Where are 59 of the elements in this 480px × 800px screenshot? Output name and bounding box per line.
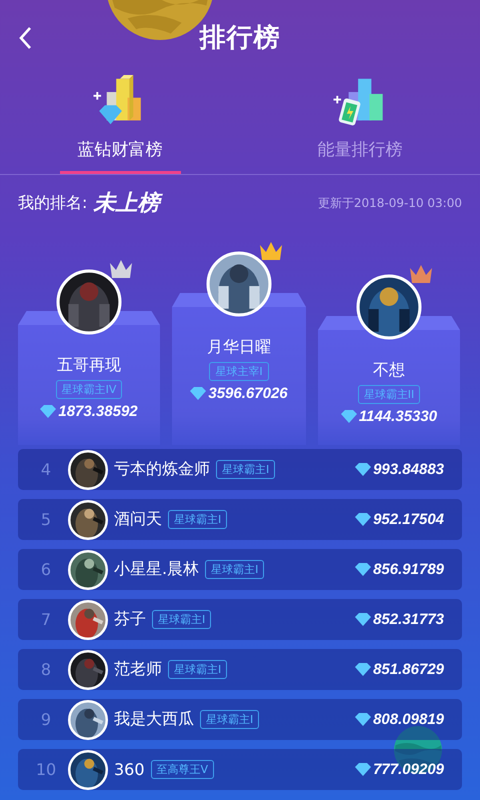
diamond-icon xyxy=(355,563,372,576)
page-title: 排行榜 xyxy=(200,22,280,55)
rank-number: 10 xyxy=(34,760,58,779)
rank-title-tag: 星球霸主I xyxy=(168,510,228,529)
diamond-score: 777.09209 xyxy=(373,761,444,778)
diamond-score: 852.31773 xyxy=(373,611,444,628)
diamond-icon xyxy=(355,513,372,526)
player-name: 小星星.晨林 xyxy=(114,559,200,580)
rank-number: 9 xyxy=(40,710,52,729)
player-name: 五哥再现 xyxy=(57,355,121,376)
diamond-score: 1144.35330 xyxy=(358,408,438,425)
diamond-icon xyxy=(355,763,372,776)
player-name: 360 xyxy=(114,760,145,779)
ranking-row[interactable]: 8 范老师 星球霸主I 851.86729 xyxy=(18,649,462,690)
rank-number: 5 xyxy=(40,510,52,529)
ranking-row[interactable]: 4 亏本的炼金师 星球霸主I 993.84883 xyxy=(18,449,462,490)
diamond-score: 851.86729 xyxy=(373,661,444,678)
diamond-score: 1873.38592 xyxy=(58,403,138,420)
player-name: 范老师 xyxy=(114,659,162,680)
rank-title-tag: 至高尊王V xyxy=(150,760,214,779)
update-time: 更新于2018-09-10 03:00 xyxy=(318,194,462,212)
diamond-icon xyxy=(355,613,372,626)
rank-title-tag: 星球霸主IV xyxy=(56,380,122,399)
diamond-score: 808.09819 xyxy=(373,711,444,728)
diamond-score: 952.17504 xyxy=(373,511,444,528)
rank-title-tag: 星球霸主I xyxy=(200,710,260,729)
my-rank-label: 我的排名: xyxy=(18,192,88,214)
rank-title-tag: 星球霸主I xyxy=(216,460,276,479)
diamond-score: 3596.67026 xyxy=(208,385,288,402)
ranking-row[interactable]: 6 小星星.晨林 星球霸主I 856.91789 xyxy=(18,549,462,590)
diamond-icon xyxy=(355,663,372,676)
rank-number: 6 xyxy=(40,560,52,579)
rank-title-tag: 星球主宰I xyxy=(209,362,269,381)
rank-number: 8 xyxy=(40,660,52,679)
player-name: 不想 xyxy=(373,360,405,381)
ranking-row[interactable]: 10 360 至高尊王V 777.09209 xyxy=(18,749,462,790)
player-name: 我是大西瓜 xyxy=(114,709,194,730)
player-name: 亏本的炼金师 xyxy=(114,459,210,480)
rank-title-tag: 星球霸主I xyxy=(168,660,228,679)
diamond-icon xyxy=(190,387,206,400)
rank-title-tag: 星球霸主I xyxy=(205,560,264,579)
rank-number: 4 xyxy=(40,460,52,479)
rank-number: 7 xyxy=(40,610,52,629)
player-name: 芬子 xyxy=(114,609,146,630)
player-name: 酒问天 xyxy=(114,509,162,530)
rank-title-tag: 星球霸主II xyxy=(358,385,420,404)
tab[interactable]: 蓝钻财富榜 xyxy=(0,75,240,174)
back-icon xyxy=(18,26,32,50)
diamond-score: 993.84883 xyxy=(373,461,444,478)
ranking-row[interactable]: 9 我是大西瓜 星球霸主I 808.09819 xyxy=(18,699,462,740)
ranking-row[interactable]: 7 芬子 星球霸主I 852.31773 xyxy=(18,599,462,640)
diamond-icon xyxy=(40,405,56,418)
diamond-icon xyxy=(355,463,372,476)
rank-title-tag: 星球霸主I xyxy=(152,610,212,629)
ranking-row[interactable]: 5 酒问天 星球霸主I 952.17504 xyxy=(18,499,462,540)
diamond-icon xyxy=(340,410,357,423)
diamond-score: 856.91789 xyxy=(373,561,444,578)
diamond-icon xyxy=(355,713,372,726)
player-name: 月华日曜 xyxy=(207,337,271,358)
